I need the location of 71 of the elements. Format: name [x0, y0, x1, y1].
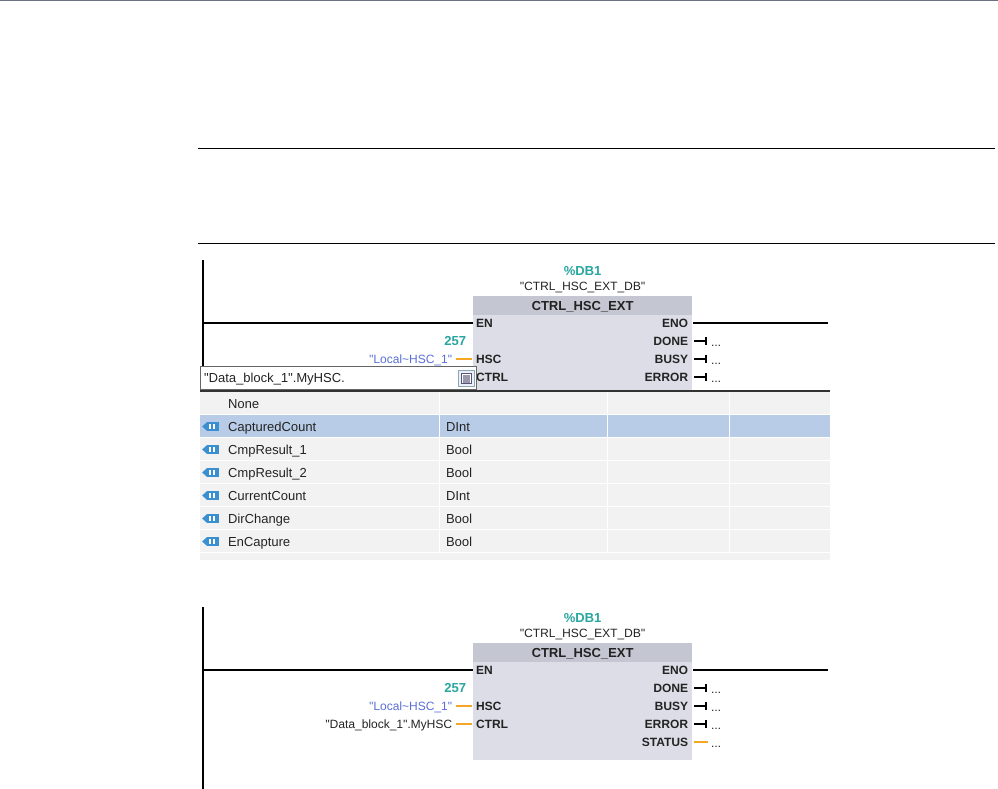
- tag-icon: [202, 466, 220, 478]
- operand[interactable]: "Data_block_1".MyHSC: [200, 717, 452, 731]
- pin-label: ENO: [662, 316, 688, 330]
- tag-icon: [202, 512, 220, 524]
- pin-label: DONE: [653, 681, 688, 695]
- list-cell: DirChange: [222, 507, 440, 529]
- operand[interactable]: "Local~HSC_1": [200, 352, 452, 366]
- list-cell: Bool: [440, 461, 608, 483]
- list-row[interactable]: None: [200, 392, 830, 415]
- list-cell: Bool: [440, 530, 608, 552]
- hardware-id: 257: [443, 334, 466, 348]
- list-cell: DInt: [440, 415, 608, 437]
- block-title: CTRL_HSC_EXT: [473, 296, 692, 315]
- hardware-id: 257: [443, 681, 466, 695]
- list-cell: CurrentCount: [222, 484, 440, 506]
- list-row[interactable]: DirChange Bool: [200, 507, 830, 530]
- output-operand[interactable]: ...: [711, 682, 722, 696]
- output-operand[interactable]: ...: [711, 718, 722, 732]
- list-cell: CmpResult_1: [222, 438, 440, 460]
- list-cell: CmpResult_2: [222, 461, 440, 483]
- list-cell: None: [222, 392, 440, 414]
- instance-db-name: "CTRL_HSC_EXT_DB": [518, 278, 646, 295]
- operand[interactable]: "Local~HSC_1": [200, 699, 452, 713]
- output-operand[interactable]: ...: [711, 335, 722, 349]
- pin-label: ERROR: [644, 717, 688, 731]
- pin-label: STATUS: [642, 735, 688, 749]
- output-operand[interactable]: ...: [711, 371, 722, 385]
- output-terminal: [694, 355, 707, 363]
- pin-label: HSC: [476, 699, 502, 713]
- output-terminal: [694, 702, 707, 710]
- pin-label: EN: [476, 316, 493, 330]
- list-row[interactable]: CapturedCount DInt: [200, 415, 830, 438]
- list-cell: Bool: [440, 438, 608, 460]
- list-cell: DInt: [440, 484, 608, 506]
- connection-line: [694, 741, 708, 743]
- list-cell: EnCapture: [222, 530, 440, 552]
- pin-label: BUSY: [654, 352, 688, 366]
- output-terminal: [694, 684, 707, 692]
- pin-label: BUSY: [654, 699, 688, 713]
- list-cell: Bool: [440, 507, 608, 529]
- list-row[interactable]: EnCapture Bool: [200, 530, 830, 553]
- output-terminal: [694, 337, 707, 345]
- instance-db-name: "CTRL_HSC_EXT_DB": [518, 625, 646, 642]
- output-terminal: [694, 373, 707, 381]
- output-operand[interactable]: ...: [711, 700, 722, 714]
- tag-icon: [202, 420, 220, 432]
- output-operand[interactable]: ...: [711, 736, 722, 750]
- output-terminal: [694, 720, 707, 728]
- block-title: CTRL_HSC_EXT: [473, 643, 692, 662]
- pin-label: CTRL: [476, 717, 508, 731]
- list-row[interactable]: CmpResult_1 Bool: [200, 438, 830, 461]
- list-row[interactable]: CmpResult_2 Bool: [200, 461, 830, 484]
- pin-label: ENO: [662, 663, 688, 677]
- operand-input-field[interactable]: "Data_block_1".MyHSC.: [200, 366, 477, 390]
- list-icon[interactable]: [458, 370, 475, 386]
- instance-number: %DB1: [562, 262, 602, 280]
- pin-label: HSC: [476, 352, 502, 366]
- pin-label: CTRL: [476, 370, 508, 384]
- connection-line: [456, 723, 472, 725]
- tag-icon: [202, 536, 220, 546]
- connection-line: [456, 358, 472, 360]
- instance-number: %DB1: [562, 609, 602, 627]
- list-cell: CapturedCount: [222, 415, 440, 437]
- tag-icon: [202, 444, 220, 454]
- pin-label: ERROR: [644, 370, 688, 384]
- list-row[interactable]: CurrentCount DInt: [200, 484, 830, 507]
- pin-label: EN: [476, 663, 493, 677]
- connection-line: [456, 705, 472, 707]
- tag-icon: [202, 490, 220, 500]
- output-operand[interactable]: ...: [711, 353, 722, 367]
- pin-label: DONE: [653, 334, 688, 348]
